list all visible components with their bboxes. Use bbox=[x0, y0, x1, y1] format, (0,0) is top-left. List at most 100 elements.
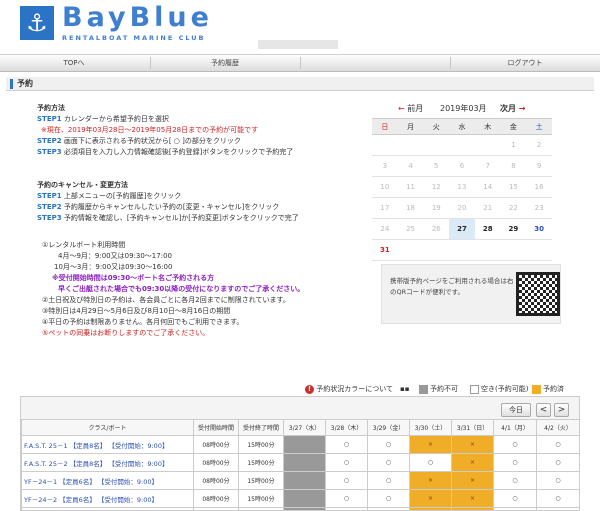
slot-available[interactable]: ○ bbox=[493, 435, 537, 454]
table-row: F.A.S.T. 25－2 【定員8名】 【受付開始：9:00】 08時00分 15… bbox=[21, 453, 579, 472]
calendar-day: 15 bbox=[500, 177, 527, 198]
brand-name[interactable]: BayBlue bbox=[62, 2, 213, 33]
anchor-icon[interactable]: ⚓ bbox=[20, 6, 54, 40]
schedule-header-cell: 3/28（木） bbox=[325, 419, 368, 436]
page-title: 予約 bbox=[17, 79, 33, 88]
rule1-title: ①レンタルボート利用時間 bbox=[42, 241, 126, 249]
current-month: 2019年03月 bbox=[440, 104, 487, 113]
slot-available[interactable]: ○ bbox=[367, 471, 410, 490]
calendar-day: 22 bbox=[500, 198, 527, 219]
calendar-day: 11 bbox=[397, 177, 424, 198]
slot-available[interactable]: ○ bbox=[367, 489, 410, 508]
usage-rules: ①レンタルボート利用時間 4月～9月：9:00又は09:30～17:00 10月… bbox=[42, 240, 372, 339]
slot-full: × bbox=[451, 489, 494, 508]
reception-start-time: 08時00分 bbox=[193, 471, 239, 490]
main-nav: TOPへ 予約履歴 ログアウト bbox=[0, 54, 600, 72]
calendar-day: 8 bbox=[500, 156, 527, 177]
slot-available[interactable]: ○ bbox=[367, 453, 410, 472]
boat-name-link[interactable]: YF－24－3 【定員6名】 【受付開始：9:00】 bbox=[21, 507, 194, 510]
slot-available[interactable]: ○ bbox=[536, 453, 579, 472]
boat-name-link[interactable]: YF－24－1 【定員6名】 【受付開始：9:00】 bbox=[21, 471, 194, 490]
calendar-day: 4 bbox=[397, 156, 424, 177]
legend-swatch-unavailable bbox=[419, 384, 428, 394]
step3-label: STEP3 bbox=[37, 148, 62, 156]
schedule-table: クラス/ボート 受付開始時間 受付終了時間 3/27（水） 3/28（木） 3/29（金）… bbox=[21, 419, 579, 510]
calendar-weekday: 木 bbox=[474, 119, 501, 135]
mobile-qr-box: 携帯版予約ページをご利用される場合は右のQRコードが便利です。 bbox=[381, 264, 561, 324]
arrow-right-icon: → bbox=[518, 104, 526, 113]
site-header: ⚓ BayBlue RENTALBOAT MARINE CLUB bbox=[0, 0, 600, 52]
table-row: YF－24－3 【定員6名】 【受付開始：9:00】08時00分15時00分○○… bbox=[21, 507, 579, 510]
reception-start-time: 08時00分 bbox=[193, 435, 239, 454]
slot-available[interactable]: ○ bbox=[325, 507, 368, 510]
cancel-step2-line: STEP2 予約履歴からキャンセルしたい予約の[変更・キャンセル]をクリック bbox=[37, 202, 367, 213]
slot-available[interactable]: ○ bbox=[493, 471, 537, 490]
rule5: ⑤ペットの同乗はお断りしますのでご了承ください。 bbox=[42, 329, 210, 337]
schedule-header-row: クラス/ボート 受付開始時間 受付終了時間 3/27（水） 3/28（木） 3/29（金）… bbox=[21, 419, 579, 436]
availability-notice: ※現在、2019年03月28日～2019年05月28日までの予約が可能です bbox=[41, 126, 259, 134]
cancel-step2-label: STEP2 bbox=[37, 203, 62, 211]
slot-available[interactable]: ○ bbox=[493, 489, 537, 508]
calendar-grid: 日月火水木金土 1 2 3 4 5 6 7 8 9 10 11 12 13 14 15 16 17 18 19 20 21… bbox=[372, 118, 552, 261]
slot-full: × bbox=[451, 435, 494, 454]
legend-swatch-full bbox=[532, 384, 541, 394]
slot-available[interactable]: ○ bbox=[367, 507, 410, 510]
slot-available[interactable]: ○ bbox=[536, 489, 579, 508]
legend-about[interactable]: ! 予約状況カラーについて bbox=[305, 384, 393, 394]
legend-swatch-available bbox=[470, 384, 479, 394]
schedule-header-cell: 3/29（金） bbox=[367, 419, 410, 436]
slot-available[interactable]: ○ bbox=[325, 471, 368, 490]
rule4: ④平日の予約は制限ありません。各月何回でもご利用できます。 bbox=[42, 318, 244, 326]
calendar-day[interactable]: 30 bbox=[526, 219, 552, 240]
calendar-day[interactable]: 27 bbox=[449, 219, 475, 240]
today-button[interactable]: 今日 bbox=[501, 403, 531, 417]
boat-name-link[interactable]: YF－24－2 【定員6名】 【受付開始：9:00】 bbox=[21, 489, 194, 508]
slot-available[interactable]: ○ bbox=[536, 471, 579, 490]
prev-month-link[interactable]: ← 前月 bbox=[398, 102, 423, 116]
calendar-day: 6 bbox=[449, 156, 475, 177]
calendar-day bbox=[423, 240, 450, 261]
slot-available[interactable]: ○ bbox=[325, 489, 368, 508]
calendar-day: 5 bbox=[423, 156, 450, 177]
slot-available[interactable]: ○ bbox=[367, 435, 410, 454]
slot-available[interactable]: ○ bbox=[493, 507, 537, 510]
reception-start-time: 08時00分 bbox=[193, 453, 239, 472]
calendar-header: ← 前月 2019年03月 次月 → bbox=[372, 102, 552, 116]
slot-available[interactable]: ○ bbox=[409, 453, 452, 472]
cancel-step1-text: 上部メニューの[予約履歴]をクリック bbox=[63, 192, 182, 200]
slot-full: × bbox=[409, 489, 452, 508]
slot-available[interactable]: ○ bbox=[325, 435, 368, 454]
calendar-day: 7 bbox=[474, 156, 501, 177]
calendar-day bbox=[449, 135, 475, 156]
cancel-step2-text: 予約履歴からキャンセルしたい予約の[変更・キャンセル]をクリック bbox=[63, 203, 280, 211]
nav-top[interactable]: TOPへ bbox=[0, 55, 148, 71]
legend-full-label: 予約済 bbox=[543, 385, 564, 393]
slot-available[interactable]: ○ bbox=[493, 453, 537, 472]
schedule-next-button[interactable]: > bbox=[554, 403, 569, 417]
calendar-day[interactable]: 28 bbox=[474, 219, 501, 240]
boat-name-link[interactable]: F.A.S.T. 25－1 【定員8名】 【受付開始：9:00】 bbox=[21, 435, 194, 454]
schedule-header-cell: クラス/ボート bbox=[21, 419, 194, 436]
slot-available[interactable]: ○ bbox=[325, 453, 368, 472]
schedule-prev-button[interactable]: < bbox=[536, 403, 551, 417]
calendar-day: 19 bbox=[423, 198, 450, 219]
step2-text: 画面下に表示される予約状況から[ ○ ]の部分をクリック bbox=[63, 137, 241, 145]
calendar-day bbox=[372, 135, 398, 156]
calendar-day bbox=[397, 240, 424, 261]
legend-available-label: 空き(予約可能) bbox=[481, 385, 529, 393]
schedule-header-cell: 3/30（土） bbox=[409, 419, 452, 436]
slot-available[interactable]: ○ bbox=[536, 507, 579, 510]
calendar-day[interactable]: 31 bbox=[372, 240, 398, 261]
calendar-day[interactable]: 29 bbox=[500, 219, 527, 240]
calendar-day bbox=[474, 240, 501, 261]
nav-logout[interactable]: ログアウト bbox=[451, 55, 599, 71]
step1-text: カレンダーから希望予約日を選択 bbox=[63, 115, 169, 123]
slot-available[interactable]: ○ bbox=[536, 435, 579, 454]
slot-full: × bbox=[451, 507, 494, 510]
nav-history[interactable]: 予約履歴 bbox=[151, 55, 299, 71]
nav-blank[interactable] bbox=[301, 55, 449, 71]
step1-line: STEP1 カレンダーから希望予約日を選択 bbox=[37, 114, 367, 125]
next-month-link[interactable]: 次月 → bbox=[500, 102, 526, 116]
schedule-header-cell: 受付終了時間 bbox=[238, 419, 284, 436]
boat-name-link[interactable]: F.A.S.T. 25－2 【定員8名】 【受付開始：9:00】 bbox=[21, 453, 194, 472]
